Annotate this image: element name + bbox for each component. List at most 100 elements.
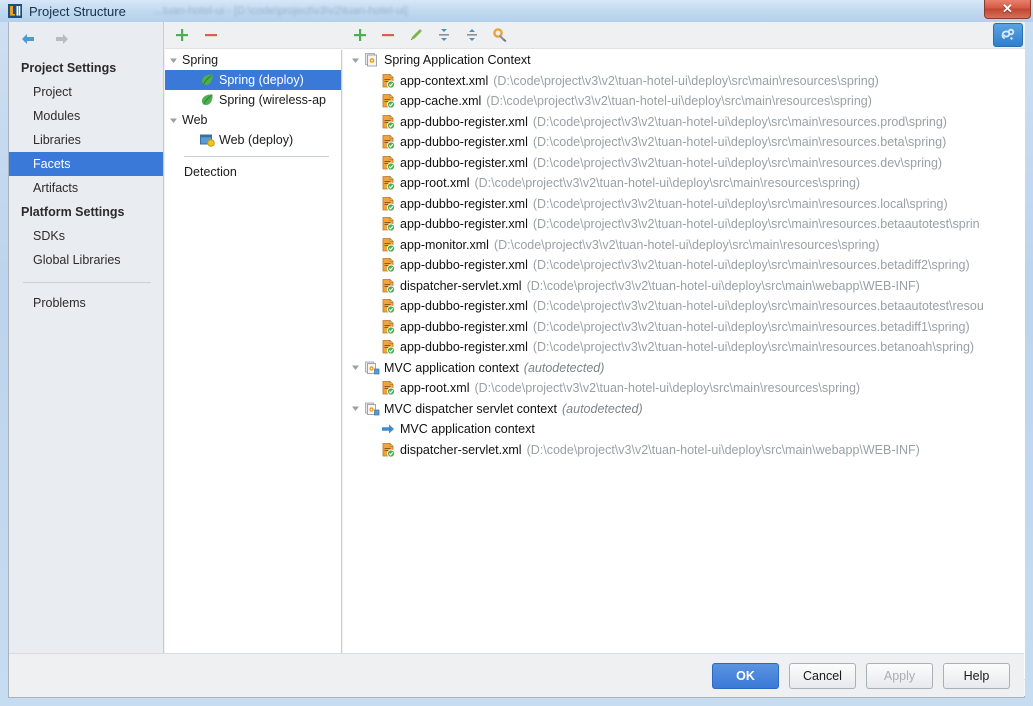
xml-spring-file-icon: [380, 93, 396, 109]
xml-spring-file-icon: [380, 134, 396, 150]
context-item-name: app-dubbo-register.xml: [400, 114, 528, 129]
mvc-context-icon: [364, 360, 380, 376]
back-arrow-icon[interactable]: [19, 31, 37, 47]
sidebar-item-project[interactable]: Project: [9, 80, 163, 104]
sidebar-item-modules[interactable]: Modules: [9, 104, 163, 128]
context-file-row[interactable]: app-dubbo-register.xml (D:\code\project\v…: [343, 153, 1025, 174]
spring-contexts-tree: Spring Application Context app-context.xm…: [343, 50, 1025, 668]
context-item-name: app-cache.xml: [400, 94, 482, 109]
dialog-button-bar: OK Cancel Apply Help: [9, 653, 1024, 697]
pencil-icon[interactable]: [408, 27, 424, 43]
plus-icon[interactable]: [174, 27, 190, 43]
xml-spring-file-icon: [380, 155, 396, 171]
facet-row[interactable]: Web (deploy): [165, 130, 341, 150]
facet-group-row[interactable]: Spring: [165, 50, 341, 70]
context-group-row[interactable]: MVC dispatcher servlet context (autodetec…: [343, 399, 1025, 420]
context-file-row[interactable]: app-cache.xml (D:\code\project\v3\v2\tuan…: [343, 91, 1025, 112]
context-file-row[interactable]: app-dubbo-register.xml (D:\code\project\v…: [343, 337, 1025, 358]
cancel-button[interactable]: Cancel: [789, 662, 856, 689]
facets-detection-link[interactable]: Detection: [165, 162, 341, 182]
xml-spring-file-icon: [380, 380, 396, 396]
spring-config-icon-button[interactable]: [993, 23, 1023, 47]
context-file-row[interactable]: app-dubbo-register.xml (D:\code\project\v…: [343, 214, 1025, 235]
sidebar-item-global-libraries[interactable]: Global Libraries: [9, 248, 163, 272]
chevron-down-icon[interactable]: [165, 56, 182, 65]
window-title: Project Structure: [29, 3, 126, 19]
context-item-path: (D:\code\project\v3\v2\tuan-hotel-ui\dep…: [474, 176, 861, 191]
facet-group-row[interactable]: Web: [165, 110, 341, 130]
forward-arrow-icon[interactable]: [53, 31, 71, 47]
sidebar-groups: Project Settings Project Modules Libraries F…: [9, 56, 163, 272]
wrench-gear-icon[interactable]: [492, 27, 508, 43]
context-item-name: MVC dispatcher servlet context: [384, 401, 557, 416]
context-item-name: Spring Application Context: [384, 53, 531, 68]
context-file-row[interactable]: dispatcher-servlet.xml (D:\code\project\v…: [343, 440, 1025, 461]
context-file-row[interactable]: app-dubbo-register.xml (D:\code\project\v…: [343, 255, 1025, 276]
sidebar-item-artifacts[interactable]: Artifacts: [9, 176, 163, 200]
context-file-row[interactable]: app-dubbo-register.xml (D:\code\project\v…: [343, 112, 1025, 133]
mvc-context-icon: [364, 401, 380, 417]
context-file-row[interactable]: app-dubbo-register.xml (D:\code\project\v…: [343, 132, 1025, 153]
context-item-path: (D:\code\project\v3\v2\tuan-hotel-ui\dep…: [532, 258, 970, 273]
sidebar-item-facets[interactable]: Facets: [9, 152, 163, 176]
context-file-row[interactable]: app-dubbo-register.xml (D:\code\project\v…: [343, 194, 1025, 215]
chevron-down-icon[interactable]: [165, 116, 182, 125]
sidebar-item-problems[interactable]: Problems: [9, 291, 163, 315]
chevron-down-icon[interactable]: [347, 363, 364, 372]
facet-row[interactable]: Spring (deploy): [165, 70, 341, 90]
context-file-row[interactable]: app-context.xml (D:\code\project\v3\v2\tu…: [343, 71, 1025, 92]
xml-spring-file-icon: [380, 196, 396, 212]
sidebar-item-sdks[interactable]: SDKs: [9, 224, 163, 248]
context-file-row[interactable]: app-root.xml (D:\code\project\v3\v2\tuan-…: [343, 173, 1025, 194]
title-bar: Project Structure ...tuan-hotel-ui - [D:…: [0, 0, 1033, 22]
sidebar-item-libraries[interactable]: Libraries: [9, 128, 163, 152]
project-structure-dialog: Project Settings Project Modules Libraries F…: [8, 22, 1025, 698]
context-file-row[interactable]: MVC application context: [343, 419, 1025, 440]
window-title-secondary: ...tuan-hotel-ui - [D:\code\project\v3\v…: [153, 5, 408, 17]
context-file-row[interactable]: app-root.xml (D:\code\project\v3\v2\tuan-…: [343, 378, 1025, 399]
context-group-row[interactable]: Spring Application Context: [343, 50, 1025, 71]
facets-tree-rows: Spring Spring (deploy) Spring (wireless-ap…: [165, 50, 341, 150]
facets-toolbar: [165, 22, 342, 49]
spring-contexts-panel: Spring Application Context app-context.xm…: [343, 22, 1025, 696]
facets-divider: [184, 156, 329, 157]
sidebar-group-title: Project Settings: [21, 61, 117, 75]
xml-spring-file-icon: [380, 237, 396, 253]
context-item-path: (D:\code\project\v3\v2\tuan-hotel-ui\dep…: [526, 442, 920, 457]
spring-leaf-icon: [199, 92, 215, 108]
xml-spring-file-icon: [380, 339, 396, 355]
context-item-path: (D:\code\project\v3\v2\tuan-hotel-ui\dep…: [532, 135, 947, 150]
blue-arrow-icon: [380, 421, 396, 437]
ok-button[interactable]: OK: [712, 662, 779, 689]
sidebar-divider: [23, 282, 151, 283]
minus-icon[interactable]: [203, 27, 219, 43]
close-button[interactable]: ✕: [984, 0, 1031, 19]
minus-icon[interactable]: [380, 27, 396, 43]
context-file-row[interactable]: app-dubbo-register.xml (D:\code\project\v…: [343, 317, 1025, 338]
xml-spring-file-icon: [380, 257, 396, 273]
context-item-name: app-dubbo-register.xml: [400, 135, 528, 150]
context-item-autodetected-label: (autodetected): [523, 360, 605, 375]
web-facet-icon: [199, 132, 215, 148]
context-item-path: (D:\code\project\v3\v2\tuan-hotel-ui\dep…: [493, 73, 879, 88]
xml-spring-file-icon: [380, 298, 396, 314]
collapse-all-icon[interactable]: [464, 27, 480, 43]
facets-panel: Spring Spring (deploy) Spring (wireless-ap…: [165, 22, 342, 696]
context-item-name: app-monitor.xml: [400, 237, 489, 252]
context-file-row[interactable]: app-dubbo-register.xml (D:\code\project\v…: [343, 296, 1025, 317]
facet-label: Spring (deploy): [219, 73, 304, 87]
help-button[interactable]: Help: [943, 662, 1010, 689]
chevron-down-icon[interactable]: [347, 404, 364, 413]
plus-icon[interactable]: [352, 27, 368, 43]
context-file-row[interactable]: app-monitor.xml (D:\code\project\v3\v2\tu…: [343, 235, 1025, 256]
facet-row[interactable]: Spring (wireless-ap: [165, 90, 341, 110]
expand-all-icon[interactable]: [436, 27, 452, 43]
context-file-row[interactable]: dispatcher-servlet.xml (D:\code\project\v…: [343, 276, 1025, 297]
context-item-path: (D:\code\project\v3\v2\tuan-hotel-ui\dep…: [474, 381, 861, 396]
facet-label: Spring (wireless-ap: [219, 93, 326, 107]
context-group-row[interactable]: MVC application context (autodetected): [343, 358, 1025, 379]
context-item-name: app-dubbo-register.xml: [400, 217, 528, 232]
chevron-down-icon[interactable]: [347, 56, 364, 65]
facets-tree: Spring Spring (deploy) Spring (wireless-ap…: [165, 50, 342, 668]
context-item-name: app-dubbo-register.xml: [400, 319, 528, 334]
